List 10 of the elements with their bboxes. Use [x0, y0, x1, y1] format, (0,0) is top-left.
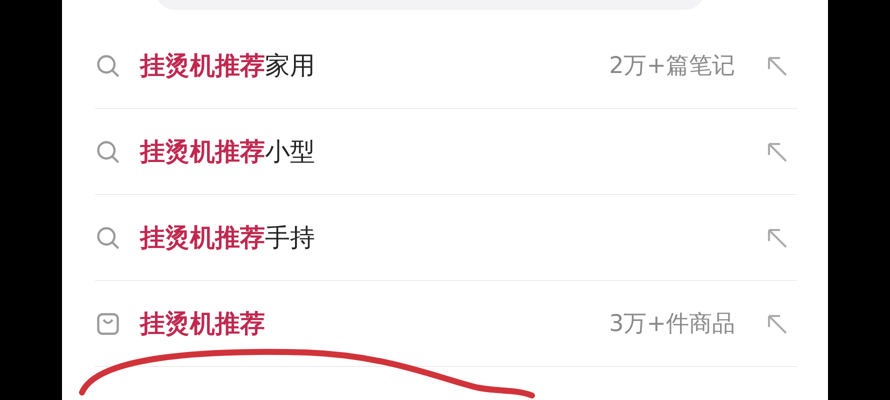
search-icon	[95, 52, 121, 78]
result-count: 2万+篇笔记	[609, 52, 735, 81]
bag-icon	[95, 310, 121, 336]
suggestion-text[interactable]: 挂烫机推荐小型	[140, 135, 315, 168]
search-icon	[95, 224, 121, 250]
suggestion-text[interactable]: 挂烫机推荐手持	[140, 221, 315, 254]
suggestion-text[interactable]: 挂烫机推荐	[140, 307, 265, 340]
result-count: 3万+件商品	[609, 310, 735, 339]
search-icon	[95, 138, 121, 164]
suggestion-text[interactable]: 挂烫机推荐家用	[140, 49, 315, 82]
